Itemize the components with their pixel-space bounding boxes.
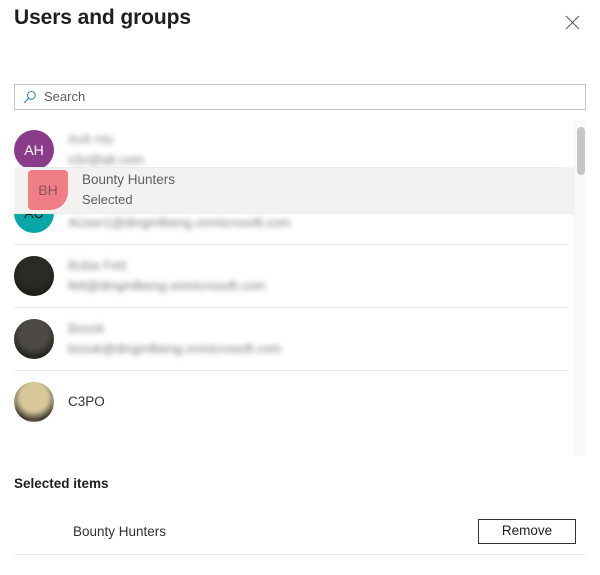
search-icon — [18, 85, 42, 109]
selected-items-heading: Selected items — [14, 476, 109, 491]
list-scrollbar[interactable] — [574, 120, 586, 456]
list-scrollbar-thumb[interactable] — [577, 127, 585, 175]
list-item[interactable]: C3PO — [0, 370, 600, 433]
list-item-subtitle: AUser1@dingmlbeng.onmicrosoft.com — [68, 214, 291, 230]
people-list[interactable]: AHAnh Hos3z@q6.comAUAUser1AUser1@dingmlb… — [0, 118, 600, 459]
list-item[interactable]: Bossk bossk@dingmlbeng.onmicrosoft.com — [0, 307, 600, 370]
list-item[interactable]: Boba Fett fett@dingmlbeng.onmicrosoft.com — [0, 244, 600, 307]
avatar: BH — [28, 170, 68, 210]
avatar: AH — [14, 129, 54, 170]
close-button[interactable] — [556, 6, 588, 38]
avatar — [14, 318, 54, 359]
search-input[interactable] — [42, 86, 585, 108]
selected-item-row: BH Bounty Hunters Remove — [14, 508, 586, 555]
list-item-name: Anh Ho — [68, 131, 114, 147]
avatar — [14, 381, 54, 422]
remove-button[interactable]: Remove — [478, 518, 576, 544]
list-item-name: Bossk — [68, 320, 105, 336]
list-item-subtitle: bossk@dingmlbeng.onmicrosoft.com — [68, 340, 282, 356]
selected-items-section: Selected items BH Bounty Hunters Remove — [0, 459, 600, 575]
avatar: BH — [33, 523, 52, 539]
selected-item-label: Bounty Hunters — [73, 523, 167, 539]
dialog-header: Users and groups — [0, 0, 600, 62]
list-item-name: Bounty Hunters — [82, 172, 176, 187]
list-item-name: C3PO — [68, 393, 105, 409]
users-and-groups-dialog: Users and groups AHAnh Hos3z@q6.comAUAUs… — [0, 0, 600, 575]
list-item-subtitle: s3z@q6.com — [68, 151, 145, 167]
page-title: Users and groups — [14, 6, 191, 29]
avatar — [14, 255, 54, 296]
list-item-subtitle: Selected — [82, 192, 133, 207]
list-item-subtitle: fett@dingmlbeng.onmicrosoft.com — [68, 277, 266, 293]
search-box[interactable] — [14, 84, 586, 110]
list-item-name: Boba Fett — [68, 257, 127, 273]
list-item: BH Bounty Hunters Selected — [14, 167, 586, 214]
close-icon — [565, 15, 580, 30]
